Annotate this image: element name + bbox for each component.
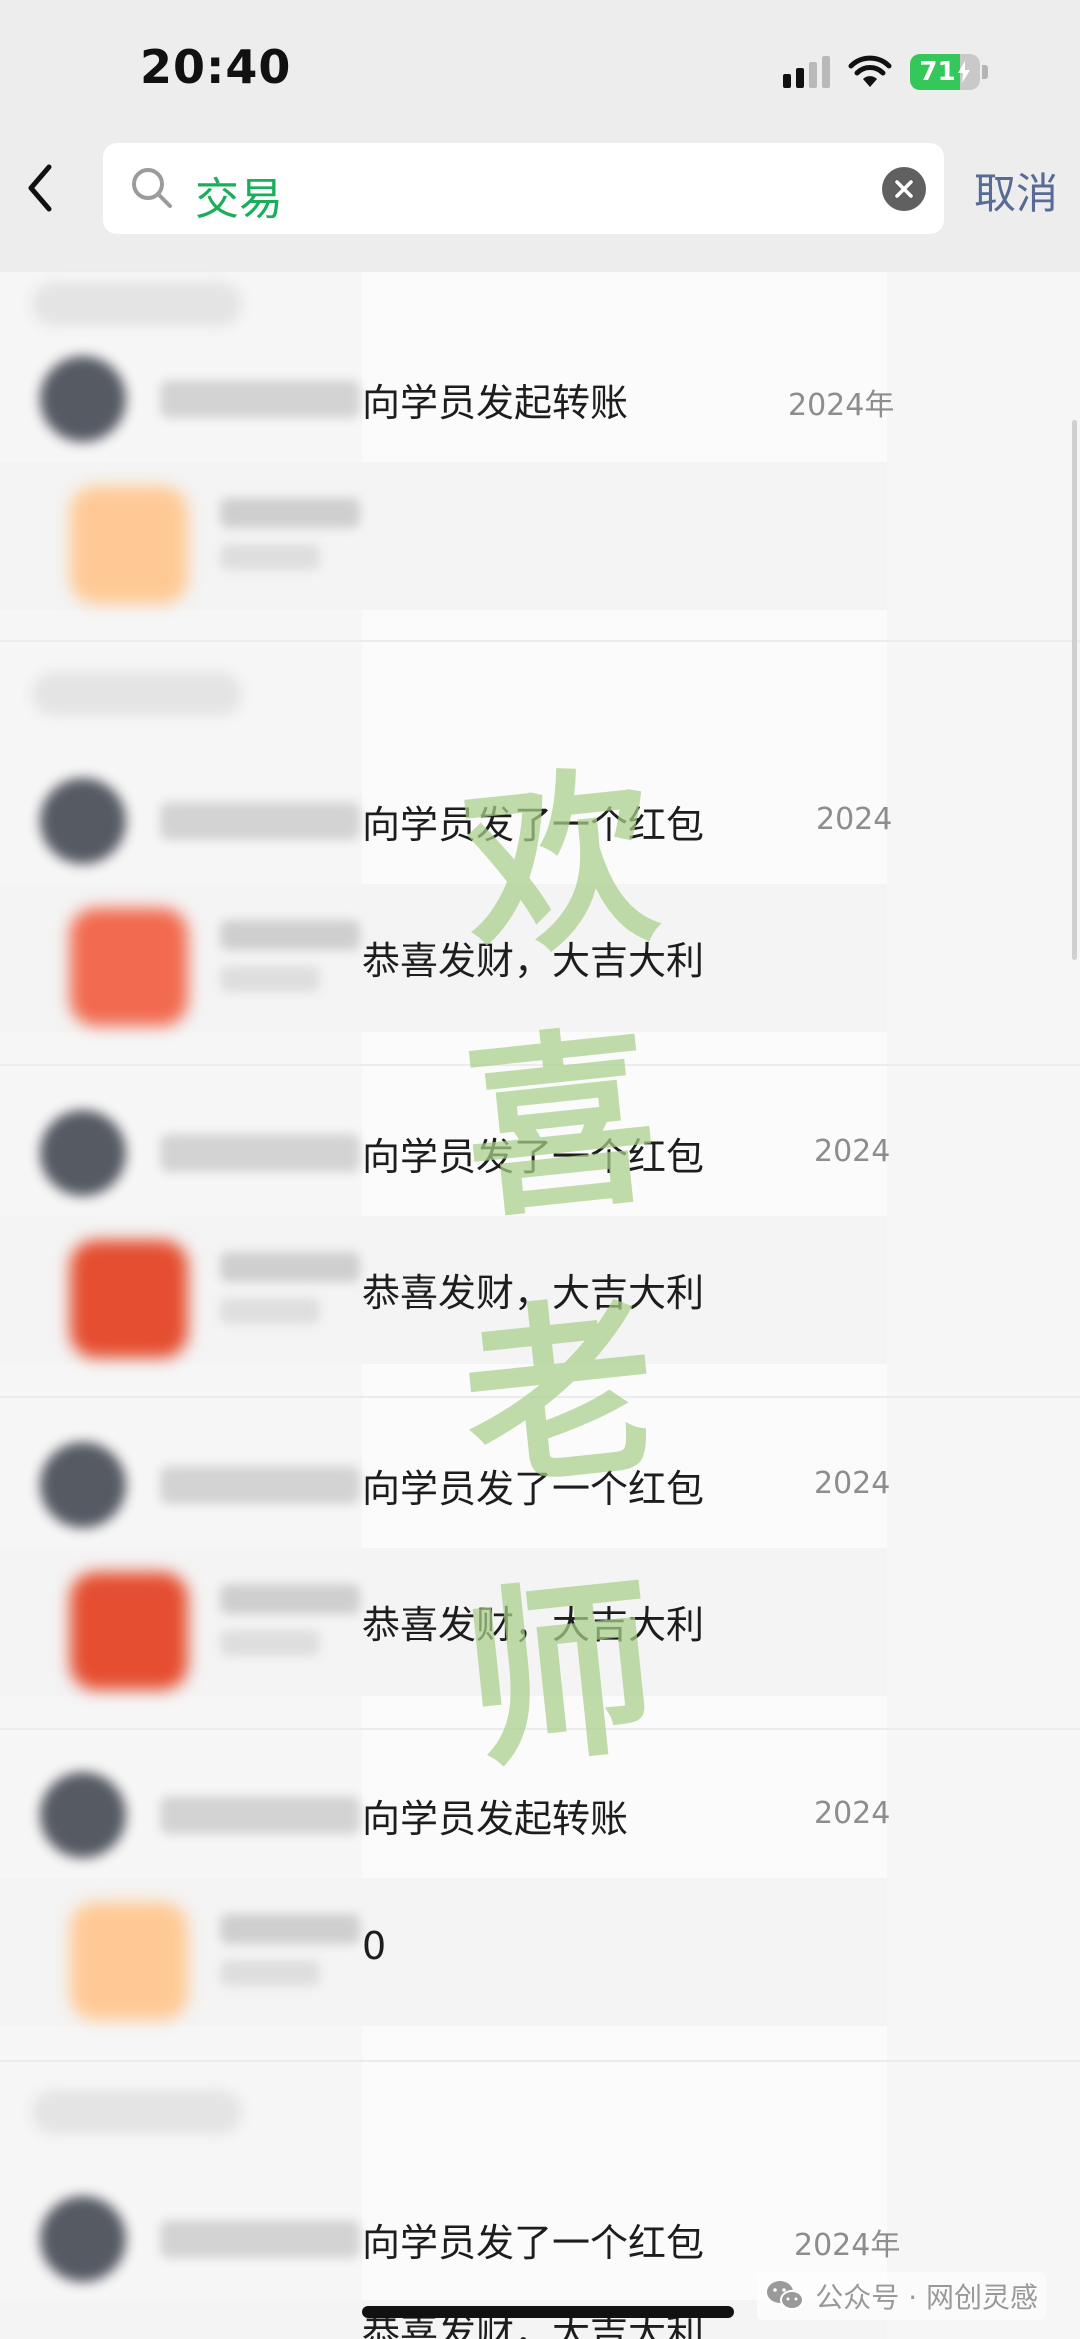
red-packet-icon	[70, 1240, 188, 1358]
avatar	[40, 1772, 126, 1858]
contact-name	[160, 1134, 360, 1172]
result-date: 2024年	[794, 2228, 901, 2263]
chevron-left-icon	[28, 164, 52, 212]
red-packet-icon	[70, 1572, 188, 1690]
search-icon	[132, 168, 172, 208]
result-title: 向学员发了一个红包	[362, 2221, 705, 2265]
cancel-button[interactable]: 取消	[974, 160, 1058, 221]
transfer-icon	[70, 486, 188, 604]
top-bar: 20:40 71 交易 取消	[0, 0, 1080, 272]
transfer-amount: 0	[362, 1924, 387, 1968]
watermark-char: 欢	[453, 743, 667, 986]
wechat-icon	[767, 2281, 805, 2310]
avatar	[40, 356, 126, 442]
home-indicator[interactable]	[362, 2306, 734, 2318]
scrollbar[interactable]	[1072, 420, 1077, 960]
contact-name	[160, 1796, 360, 1834]
watermark-char: 老	[453, 1273, 667, 1516]
status-icons: 71	[783, 52, 988, 92]
result-title: 向学员发起转账	[362, 381, 629, 425]
footer-watermark: 公众号 · 网创灵感	[757, 2272, 1046, 2320]
watermark-char: 喜	[453, 1003, 667, 1246]
battery-indicator: 71	[910, 54, 980, 90]
section-header	[32, 282, 242, 326]
result-date: 2024	[814, 1134, 891, 1169]
result-date: 2024	[814, 1466, 891, 1501]
result-date: 2024	[816, 802, 893, 837]
result-date: 2024年	[788, 388, 895, 423]
search-input[interactable]: 交易	[103, 143, 944, 234]
clear-search-button[interactable]	[882, 167, 926, 211]
contact-name	[160, 1466, 360, 1504]
footer-text: 公众号 · 网创灵感	[815, 2281, 1038, 2314]
result-title: 向学员发起转账	[362, 1797, 629, 1841]
contact-name	[160, 380, 360, 418]
avatar	[40, 778, 126, 864]
contact-name	[160, 802, 360, 840]
watermark-char: 师	[453, 1553, 667, 1796]
status-time: 20:40	[140, 40, 292, 94]
result-header[interactable]: 向学员发起转账 2024年	[0, 334, 1080, 454]
transfer-card[interactable]: 0	[0, 1878, 887, 2026]
search-query[interactable]: 交易	[195, 163, 283, 227]
blurred-right-region	[887, 272, 1080, 2339]
transfer-card[interactable]	[0, 462, 887, 610]
section-header	[32, 2090, 242, 2134]
back-button[interactable]	[20, 160, 60, 216]
avatar	[40, 2196, 126, 2282]
avatar	[40, 1110, 126, 1196]
battery-percent: 71	[919, 57, 956, 87]
avatar	[40, 1442, 126, 1528]
cellular-signal-icon	[783, 56, 830, 88]
search-results-screen: 20:40 71 交易 取消 向学员发起转账 2024年 向学员发了一个红包 2…	[0, 0, 1080, 2339]
transfer-icon	[70, 1902, 188, 2020]
result-date: 2024	[814, 1796, 891, 1831]
bolt-icon	[957, 61, 970, 83]
red-packet-icon	[70, 908, 188, 1026]
contact-name	[160, 2220, 360, 2258]
section-header	[32, 672, 242, 716]
wifi-icon	[848, 55, 892, 87]
clear-circle-icon	[895, 180, 913, 198]
